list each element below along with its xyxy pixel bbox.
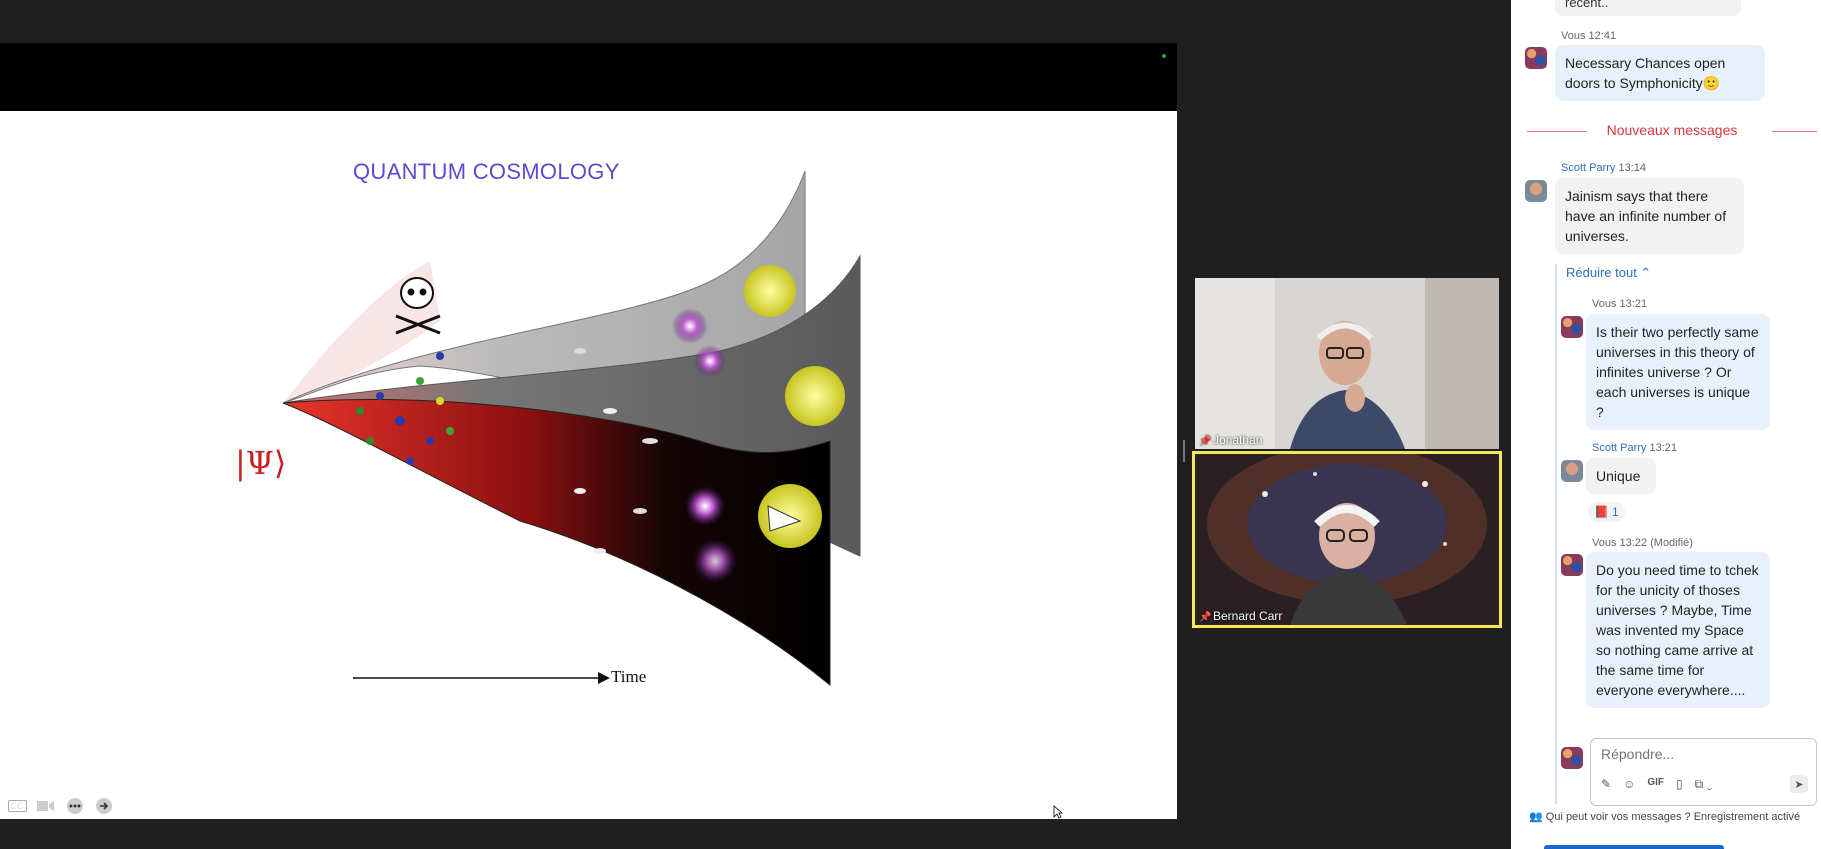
presentation-slide: QUANTUM COSMOLOGY |Ψ⟩ Time (0, 111, 1177, 819)
video-tile-jonathan[interactable]: 📌 Jonathan (1195, 278, 1499, 449)
camera-icon[interactable] (36, 796, 56, 816)
participant-name: 📌 Bernard Carr (1199, 609, 1283, 623)
chat-message[interactable]: Is their two perfectly same universes in… (1586, 314, 1770, 430)
chat-message[interactable]: Necessary Chances open doors to Symphoni… (1555, 45, 1765, 101)
message-meta: Vous 13:21 (1592, 298, 1648, 310)
reply-toolbar: ✎ ☺ GIF ▯ ⧉ ⌄ (1601, 777, 1712, 792)
attach-file-icon[interactable]: ▯ (1676, 777, 1683, 792)
reaction-badge[interactable]: 📕 1 (1588, 502, 1625, 522)
pin-icon: 📌 (1199, 612, 1212, 623)
message-meta: Vous 13:22 (Modifié) (1592, 537, 1693, 549)
message-meta: Vous 12:41 (1561, 30, 1617, 42)
message-meta: Scott Parry 13:14 (1561, 162, 1646, 174)
avatar[interactable] (1525, 47, 1547, 69)
previous-message-stub: récent.. (1555, 0, 1741, 16)
avatar[interactable] (1525, 180, 1547, 202)
avatar[interactable] (1561, 316, 1583, 338)
thread-line (1555, 264, 1557, 804)
time-axis-label: Time (611, 667, 647, 686)
more-options-icon[interactable] (65, 796, 85, 816)
psi-symbol: |Ψ⟩ (235, 444, 287, 482)
loop-component-icon[interactable]: ⧉ ⌄ (1695, 777, 1713, 792)
share-indicator-dot (1162, 54, 1166, 58)
send-icon[interactable]: ➤ (1790, 775, 1808, 793)
avatar[interactable] (1561, 554, 1583, 576)
chat-footer[interactable]: 👥 Qui peut voir vos messages ? Enregistr… (1529, 810, 1800, 823)
bottom-action-button[interactable] (1544, 845, 1724, 849)
participant-video (1195, 278, 1499, 449)
chat-message[interactable]: Jainism says that there have an infinite… (1555, 178, 1744, 254)
closed-caption-button[interactable]: CC (7, 796, 27, 816)
reply-box[interactable]: ✎ ☺ GIF ▯ ⧉ ⌄ ➤ (1590, 738, 1817, 806)
new-messages-separator: Nouveaux messages (1527, 120, 1817, 142)
cc-label: CC (7, 800, 27, 812)
people-icon: 👥 (1529, 811, 1543, 823)
book-icon: 📕 (1594, 505, 1609, 519)
mouse-cursor-icon (1053, 805, 1064, 824)
pin-icon: 📌 (1199, 436, 1212, 447)
emoji-icon[interactable]: ☺ (1623, 777, 1635, 792)
participant-name: 📌 Jonathan (1199, 433, 1263, 447)
chat-message[interactable]: Unique (1586, 458, 1656, 494)
message-meta: Scott Parry 13:21 (1592, 442, 1677, 454)
gif-button[interactable]: GIF (1647, 777, 1664, 792)
chat-message[interactable]: Do you need time to tchek for the unicit… (1586, 552, 1770, 708)
format-icon[interactable]: ✎ (1601, 777, 1611, 792)
chat-panel: récent.. Vous 12:41 Necessary Chances op… (1511, 0, 1821, 849)
video-tile-bernard-carr[interactable]: 📌 Bernard Carr (1192, 451, 1502, 628)
avatar[interactable] (1561, 460, 1583, 482)
top-bar (0, 0, 1511, 43)
avatar (1561, 747, 1583, 769)
next-arrow-icon[interactable] (94, 796, 114, 816)
collapse-thread-button[interactable]: Réduire tout ⌃ (1566, 265, 1651, 281)
cosmology-diagram (282, 170, 861, 687)
participant-video (1195, 454, 1499, 625)
reply-input[interactable] (1599, 745, 1803, 763)
panel-resize-handle[interactable] (1183, 440, 1185, 462)
